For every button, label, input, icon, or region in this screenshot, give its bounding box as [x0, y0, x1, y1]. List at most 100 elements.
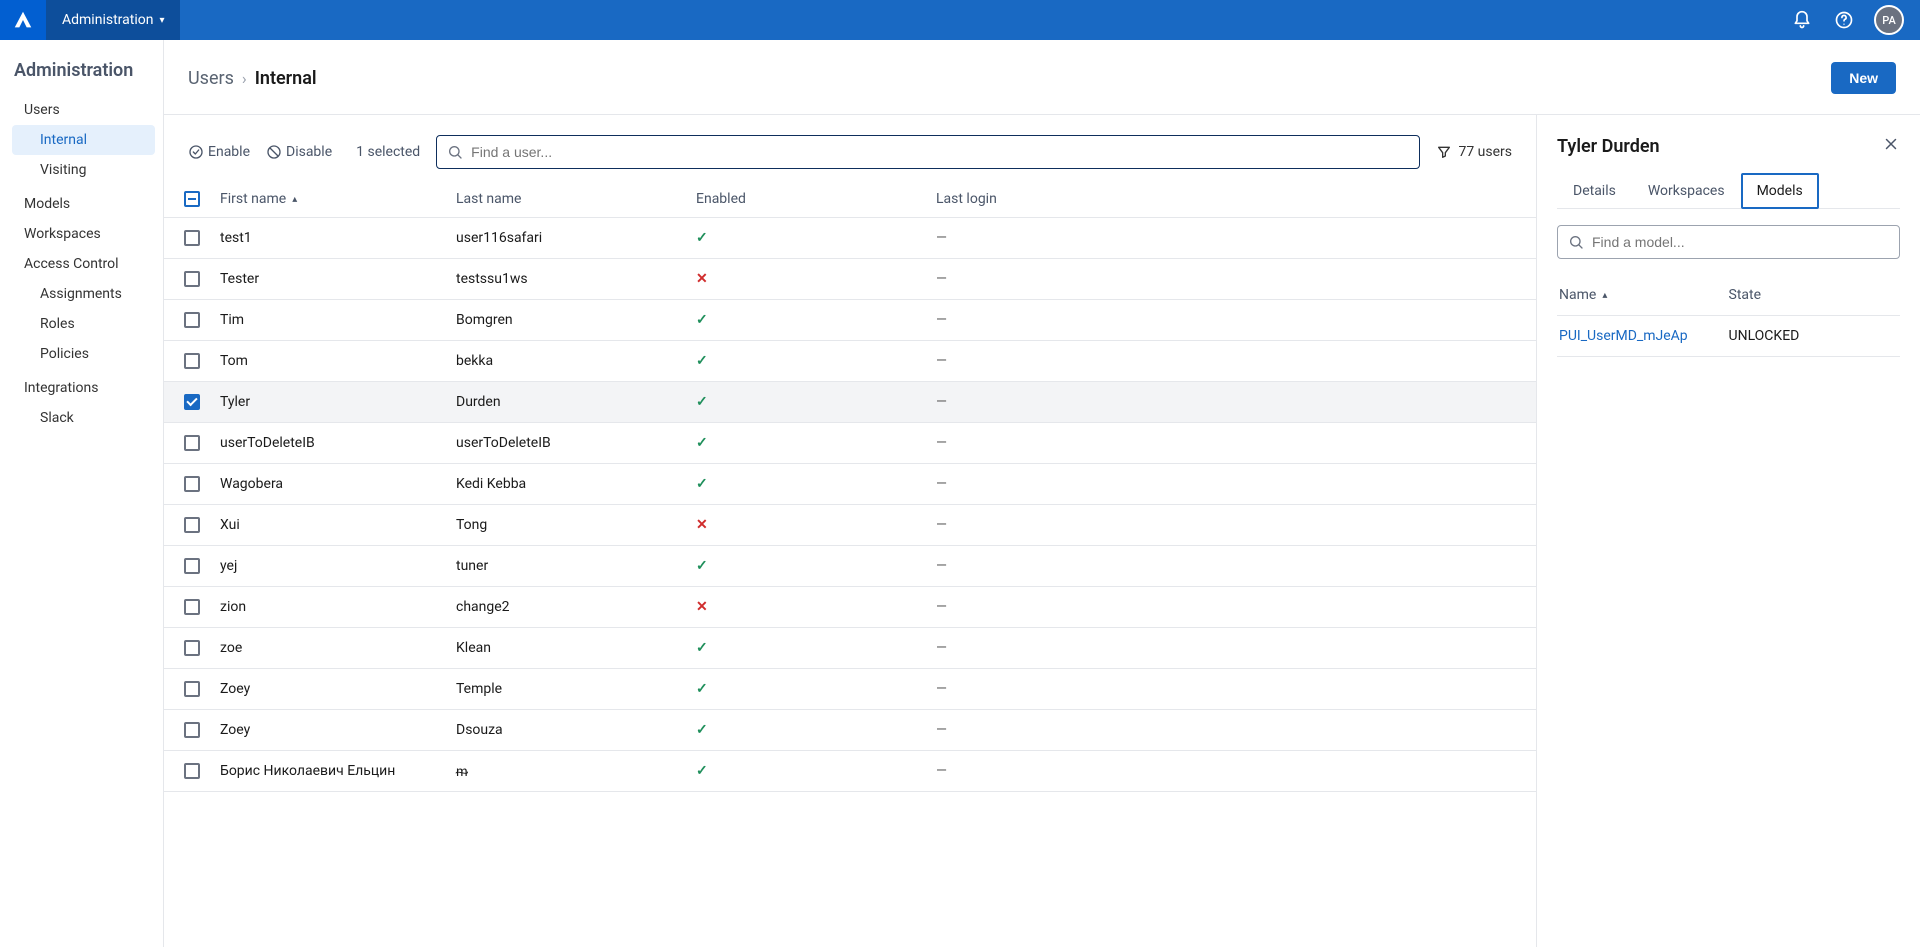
search-input[interactable] [471, 144, 1409, 160]
column-last-login[interactable]: Last login [936, 191, 1524, 207]
row-checkbox[interactable] [184, 435, 200, 451]
table-row[interactable]: userToDeleteIBuserToDeleteIB✓— [164, 423, 1536, 464]
row-checkbox[interactable] [184, 722, 200, 738]
close-icon [1882, 135, 1900, 153]
column-first-name[interactable]: First name ▴ [220, 191, 456, 207]
close-button[interactable] [1882, 135, 1900, 157]
row-checkbox[interactable] [184, 517, 200, 533]
topbar-right: PA [1790, 5, 1920, 35]
model-column-name[interactable]: Name ▴ [1559, 287, 1729, 303]
model-link[interactable]: PUI_UserMD_mJeAp [1559, 328, 1729, 344]
table-row[interactable]: XuiTong✕— [164, 505, 1536, 546]
filter-label: 77 users [1458, 144, 1512, 160]
table-row[interactable]: Tombekka✓— [164, 341, 1536, 382]
table-row[interactable]: yejtuner✓— [164, 546, 1536, 587]
main: Users › Internal New Enable Disable [164, 40, 1920, 947]
column-last-name[interactable]: Last name [456, 191, 696, 207]
row-checkbox[interactable] [184, 353, 200, 369]
table-row[interactable]: zoeKlean✓— [164, 628, 1536, 669]
tab-details[interactable]: Details [1557, 173, 1632, 209]
cell-last-name: user116safari [456, 230, 696, 246]
sidebar-item-models[interactable]: Models [12, 189, 155, 219]
top-nav-administration[interactable]: Administration ▾ [46, 0, 180, 40]
tab-workspaces[interactable]: Workspaces [1632, 173, 1741, 209]
sidebar-item-slack[interactable]: Slack [12, 403, 155, 433]
row-checkbox[interactable] [184, 271, 200, 287]
cell-last-name: ᵯ [456, 763, 696, 780]
table-row[interactable]: ZoeyTemple✓— [164, 669, 1536, 710]
table-row[interactable]: ZoeyDsouza✓— [164, 710, 1536, 751]
sidebar-item-policies[interactable]: Policies [12, 339, 155, 369]
cell-last-login: — [936, 763, 1536, 779]
model-row: PUI_UserMD_mJeApUNLOCKED [1557, 316, 1900, 357]
cell-first-name: Xui [220, 517, 456, 533]
sidebar-item-roles[interactable]: Roles [12, 309, 155, 339]
x-icon: ✕ [696, 599, 708, 615]
help-button[interactable] [1832, 8, 1856, 32]
cell-enabled: ✓ [696, 476, 936, 492]
avatar[interactable]: PA [1874, 5, 1904, 35]
table-row[interactable]: Testertestssu1ws✕— [164, 259, 1536, 300]
model-state: UNLOCKED [1729, 328, 1899, 344]
x-icon: ✕ [696, 271, 708, 287]
filter-button[interactable]: 77 users [1436, 144, 1512, 160]
table-row[interactable]: zionchange2✕— [164, 587, 1536, 628]
check-icon: ✓ [696, 353, 708, 369]
app-logo[interactable] [0, 0, 46, 40]
tab-models[interactable]: Models [1741, 173, 1819, 209]
sidebar-item-workspaces[interactable]: Workspaces [12, 219, 155, 249]
column-enabled[interactable]: Enabled [696, 191, 936, 207]
selected-count: 1 selected [356, 144, 420, 160]
row-checkbox[interactable] [184, 394, 200, 410]
enable-button[interactable]: Enable [188, 144, 250, 160]
check-icon: ✓ [696, 476, 708, 492]
breadcrumb-users[interactable]: Users [188, 68, 234, 89]
select-all-checkbox[interactable] [184, 191, 200, 207]
row-checkbox[interactable] [184, 681, 200, 697]
cell-first-name: yej [220, 558, 456, 574]
cell-last-login: — [936, 271, 1536, 287]
sidebar-item-integrations[interactable]: Integrations [12, 373, 155, 403]
disable-button[interactable]: Disable [266, 144, 332, 160]
body-split: Enable Disable 1 selected 77 users [164, 115, 1920, 947]
bell-icon [1792, 10, 1812, 30]
check-icon: ✓ [696, 558, 708, 574]
table-row[interactable]: WagoberaKedi Kebba✓— [164, 464, 1536, 505]
sidebar-item-assignments[interactable]: Assignments [12, 279, 155, 309]
table-body[interactable]: test1user116safari✓—Testertestssu1ws✕—Ti… [164, 218, 1536, 947]
row-checkbox[interactable] [184, 599, 200, 615]
table-row[interactable]: test1user116safari✓— [164, 218, 1536, 259]
table-row[interactable]: TylerDurden✓— [164, 382, 1536, 423]
enable-icon [188, 144, 204, 160]
row-checkbox[interactable] [184, 558, 200, 574]
cell-last-login-value: — [936, 353, 947, 369]
row-checkbox[interactable] [184, 640, 200, 656]
cell-last-name: Dsouza [456, 722, 696, 738]
sidebar-item-internal[interactable]: Internal [12, 125, 155, 155]
model-table-body: PUI_UserMD_mJeApUNLOCKED [1557, 316, 1900, 357]
sidebar-item-access-control[interactable]: Access Control [12, 249, 155, 279]
cell-last-login: — [936, 517, 1536, 533]
model-column-state[interactable]: State [1729, 287, 1899, 303]
table-row[interactable]: TimBomgren✓— [164, 300, 1536, 341]
table-row[interactable]: Борис Николаевич Ельцинᵯ✓— [164, 751, 1536, 792]
row-checkbox[interactable] [184, 312, 200, 328]
cell-last-name: Bomgren [456, 312, 696, 328]
cell-last-login-value: — [936, 271, 947, 287]
sidebar-title: Administration [12, 60, 155, 95]
notifications-button[interactable] [1790, 8, 1814, 32]
new-button[interactable]: New [1831, 62, 1896, 94]
row-checkbox[interactable] [184, 476, 200, 492]
model-search-input[interactable] [1592, 234, 1889, 250]
search-icon [447, 144, 463, 160]
row-checkbox[interactable] [184, 763, 200, 779]
cell-enabled: ✓ [696, 353, 936, 369]
row-checkbox[interactable] [184, 230, 200, 246]
sidebar-item-users[interactable]: Users [12, 95, 155, 125]
cell-enabled: ✓ [696, 558, 936, 574]
cell-enabled: ✓ [696, 722, 936, 738]
cell-last-login-value: — [936, 476, 947, 492]
sidebar-item-visiting[interactable]: Visiting [12, 155, 155, 185]
column-last-name-label: Last name [456, 191, 521, 207]
sort-asc-icon: ▴ [1602, 290, 1607, 301]
